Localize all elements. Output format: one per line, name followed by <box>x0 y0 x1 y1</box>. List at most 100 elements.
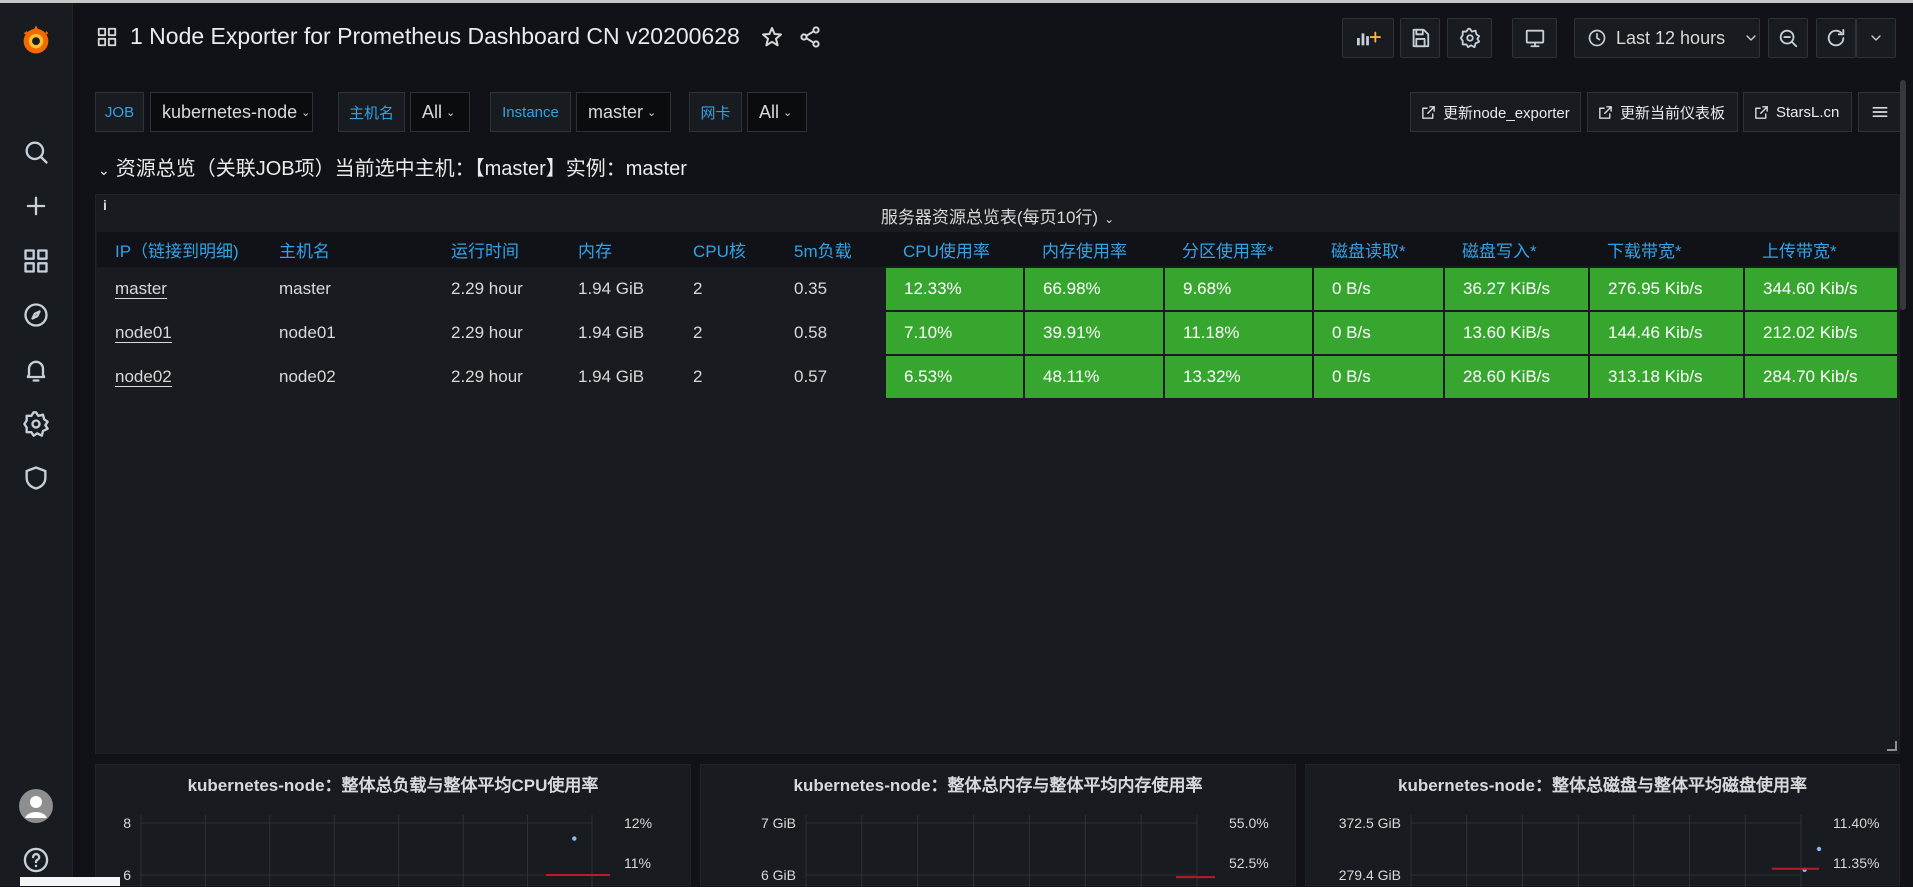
variable-label-instance: Instance <box>490 92 571 132</box>
variable-value-hostname: All <box>422 101 443 122</box>
y2-tick-label: 12% <box>624 815 652 831</box>
column-header[interactable]: CPU使用率 <box>885 232 1024 267</box>
table-cell: 36.27 KiB/s <box>1443 266 1590 312</box>
dashboard-settings-button[interactable] <box>1447 18 1492 58</box>
add-panel-button[interactable] <box>1342 18 1394 58</box>
template-variables-bar: JOB kubernetes-node ⌄ 主机名 All ⌄ Instance m… <box>72 92 1913 134</box>
table-cell: 313.18 Kib/s <box>1588 354 1745 400</box>
dashboard-title-bar: 1 Node Exporter for Prometheus Dashboard… <box>96 23 822 50</box>
search-icon[interactable] <box>0 132 72 172</box>
table-cell: 2.29 hour <box>451 367 523 386</box>
panel-resize-handle[interactable] <box>1887 741 1897 751</box>
column-header[interactable]: 运行时间 <box>433 232 560 267</box>
y-tick-label: 8 <box>123 815 131 831</box>
column-header[interactable]: CPU核 <box>675 232 776 267</box>
table-cell: 144.46 Kib/s <box>1588 310 1745 356</box>
table-panel: i 服务器资源总览表(每页10行) ⌄ IP（链接到明细) 主机名 运行时间 内存 CPU… <box>95 194 1900 754</box>
table-cell: master <box>279 279 331 298</box>
table-cell: 7.10% <box>884 310 1025 356</box>
server-admin-icon[interactable] <box>0 458 72 498</box>
save-dashboard-button[interactable] <box>1400 18 1440 58</box>
table-cell: 6.53% <box>884 354 1025 400</box>
variable-select-nic[interactable]: All ⌄ <box>747 92 807 132</box>
column-header[interactable]: 分区使用率* <box>1164 232 1313 267</box>
refresh-interval-dropdown[interactable] <box>1856 18 1896 58</box>
column-header[interactable]: 磁盘写入* <box>1444 232 1589 267</box>
table-row: node01 node01 2.29 hour 1.94 GiB 2 0.58 7.10% 3… <box>97 310 1899 356</box>
row-header[interactable]: ⌄ 资源总览（关联JOB项）当前选中主机：【master】实例：master <box>98 152 687 181</box>
column-header[interactable]: 内存使用率 <box>1024 232 1164 267</box>
host-detail-link[interactable]: master <box>115 279 167 299</box>
y2-tick-label: 55.0% <box>1229 815 1269 831</box>
help-icon[interactable] <box>0 840 72 880</box>
grafana-logo[interactable] <box>0 18 72 62</box>
plus-icon[interactable] <box>0 186 72 226</box>
link-update-node-exporter[interactable]: 更新node_exporter <box>1410 92 1581 132</box>
chevron-down-icon: ⌄ <box>1104 212 1115 226</box>
column-header[interactable]: 磁盘读取* <box>1313 232 1444 267</box>
table-cell: 13.32% <box>1163 354 1314 400</box>
variable-select-hostname[interactable]: All ⌄ <box>410 92 470 132</box>
table-cell: 0.57 <box>794 367 828 386</box>
y-tick-label: 372.5 GiB <box>1339 815 1401 831</box>
chevron-down-icon: ⌄ <box>98 162 110 178</box>
table-cell[interactable]: master <box>97 267 261 311</box>
table-cell: 0.35 <box>794 279 828 298</box>
chart-panel-disk: kubernetes-node：整体总磁盘与整体平均磁盘使用率 372.5 Gi… <box>1305 764 1900 887</box>
avatar[interactable] <box>0 786 72 826</box>
y-tick-label: 7 GiB <box>761 815 796 831</box>
zoom-out-button[interactable] <box>1768 18 1808 58</box>
star-icon[interactable] <box>760 25 784 49</box>
external-link-icon <box>1422 105 1435 119</box>
y-tick-label: 279.4 GiB <box>1339 867 1401 883</box>
host-detail-link[interactable]: node01 <box>115 323 172 343</box>
clock-icon <box>1587 28 1607 48</box>
time-picker-button[interactable]: Last 12 hours <box>1574 18 1760 58</box>
link-label: 更新node_exporter <box>1443 104 1570 122</box>
link-starsl[interactable]: StarsL.cn <box>1743 92 1852 132</box>
external-link-icon <box>1755 105 1768 119</box>
variable-label-job: JOB <box>95 92 144 132</box>
y-tick-label: 6 <box>123 867 131 883</box>
page-scrollbar[interactable] <box>1900 80 1906 310</box>
y-tick-label: 6 GiB <box>761 867 796 883</box>
dashboards-grid-icon <box>96 26 118 48</box>
link-label: StarsL.cn <box>1776 103 1840 121</box>
link-update-dashboard[interactable]: 更新当前仪表板 <box>1587 92 1738 132</box>
share-icon[interactable] <box>798 25 822 49</box>
column-header[interactable]: 内存 <box>560 232 675 267</box>
configuration-icon[interactable] <box>0 404 72 444</box>
alerting-icon[interactable] <box>0 350 72 390</box>
dashboard-links-menu-button[interactable] <box>1858 92 1901 132</box>
panel-title-text: 服务器资源总览表(每页10行) <box>880 208 1099 227</box>
view-mode-button[interactable] <box>1512 18 1557 58</box>
column-header[interactable]: 主机名 <box>261 232 433 267</box>
chevron-down-icon: ⌄ <box>647 106 657 119</box>
dashboards-icon[interactable] <box>0 241 72 281</box>
variable-select-instance[interactable]: master ⌄ <box>576 92 671 132</box>
table-cell: 12.33% <box>884 266 1025 312</box>
dashboard-title[interactable]: 1 Node Exporter for Prometheus Dashboard… <box>130 23 740 50</box>
explore-icon[interactable] <box>0 295 72 335</box>
table-cell: 2.29 hour <box>451 279 523 298</box>
panel-title[interactable]: 服务器资源总览表(每页10行) ⌄ <box>96 203 1899 228</box>
table-cell[interactable]: node02 <box>97 355 261 399</box>
table-cell[interactable]: node01 <box>97 311 261 355</box>
column-header[interactable]: 下载带宽* <box>1589 232 1744 267</box>
table-cell: 1.94 GiB <box>578 323 645 342</box>
table-cell: 1.94 GiB <box>578 279 645 298</box>
column-header[interactable]: 5m负载 <box>776 232 885 267</box>
table-cell: 2 <box>693 323 703 342</box>
table-cell: 1.94 GiB <box>578 367 645 386</box>
refresh-button[interactable] <box>1816 18 1856 58</box>
y2-tick-label: 11% <box>624 855 651 871</box>
table-row: node02 node02 2.29 hour 1.94 GiB 2 0.57 6.53% 4… <box>97 354 1899 400</box>
table-cell: 13.60 KiB/s <box>1443 310 1590 356</box>
table-header-row: IP（链接到明细) 主机名 运行时间 内存 CPU核 5m负载 CPU使用率 内存使用率 分区使… <box>97 232 1898 267</box>
host-detail-link[interactable]: node02 <box>115 367 172 387</box>
table-cell: 276.95 Kib/s <box>1588 266 1745 312</box>
table-cell: node01 <box>279 323 336 342</box>
column-header[interactable]: IP（链接到明细) <box>97 232 261 267</box>
variable-select-job[interactable]: kubernetes-node ⌄ <box>150 92 313 132</box>
column-header[interactable]: 上传带宽* <box>1744 232 1898 267</box>
